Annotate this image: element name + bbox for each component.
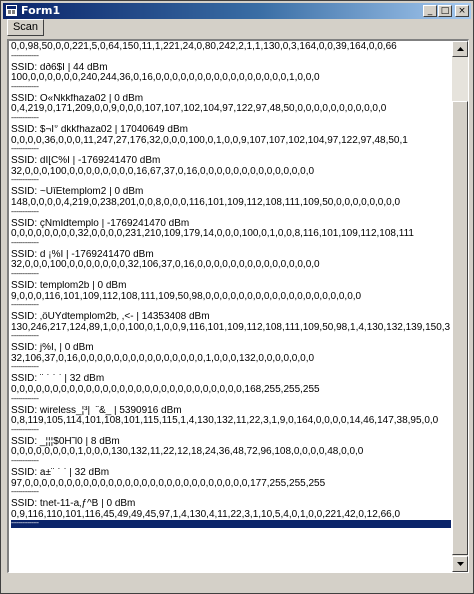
separator-line[interactable]: --------------- <box>11 209 451 217</box>
data-line[interactable]: 0,4,219,0,171,209,0,0,9,0,0,0,107,107,10… <box>11 104 451 115</box>
scroll-up-button[interactable] <box>452 41 468 57</box>
ssid-line[interactable]: SSID: j%Ì, | 0 dBm <box>11 343 451 354</box>
data-line[interactable]: 0,0,0,0,36,0,0,0,11,247,27,176,32,0,0,0,… <box>11 136 451 147</box>
scroll-thumb[interactable] <box>452 101 468 555</box>
separator-line[interactable]: --------------- <box>11 489 451 497</box>
separator-line[interactable]: --------------- <box>11 115 451 123</box>
ssid-line[interactable]: SSID: templom2b | 0 dBm <box>11 281 451 292</box>
app-window: Form1 _ □ × Scan 0,0,98,50,0,0,221,5,0,6… <box>0 0 474 594</box>
maximize-button[interactable]: □ <box>438 5 452 17</box>
data-line[interactable]: 0,0,0,0,0,0,0,0,32,0,0,0,0,231,210,109,1… <box>11 229 451 240</box>
data-line[interactable]: 0,0,0,0,0,0,0,0,0,0,0,0,0,0,0,0,0,0,0,0,… <box>11 385 451 396</box>
ssid-line[interactable]: SSID: ¨ ` ` ` | 32 dBm <box>11 374 451 385</box>
ssid-line[interactable]: SSID: _¦¦¦$0H˜l0 | 8 dBm <box>11 437 451 448</box>
separator-line[interactable]: --------------- <box>11 302 451 310</box>
ssid-line[interactable]: SSID: çÑmÌdtemplo | -1769241470 dBm <box>11 219 451 230</box>
app-icon <box>6 5 17 16</box>
title-bar[interactable]: Form1 _ □ × <box>3 3 471 19</box>
separator-line[interactable]: --------------- <box>11 84 451 92</box>
window-title: Form1 <box>21 4 61 17</box>
ssid-line[interactable]: SSID: $¬Ì° dkkfhaza02 | 17040649 dBm <box>11 125 451 136</box>
arrow-up-icon <box>457 47 464 51</box>
data-line[interactable]: 0,9,116,110,101,116,45,49,49,45,97,1,4,1… <box>11 510 451 521</box>
close-button[interactable]: × <box>455 5 469 17</box>
separator-line[interactable]: --------------- <box>11 333 451 341</box>
ssid-line[interactable]: SSID: ~ÛîÊtemplom2 | 0 dBm <box>11 187 451 198</box>
scroll-down-button[interactable] <box>452 556 468 572</box>
data-line[interactable]: 32,106,37,0,16,0,0,0,0,0,0,0,0,0,0,0,0,0… <box>11 354 451 365</box>
data-line[interactable]: 0,8,119,105,114,101,108,101,115,115,1,4,… <box>11 416 451 427</box>
ssid-line[interactable]: SSID: dÌ[C%Ì | -1769241470 dBm <box>11 156 451 167</box>
ssid-line[interactable]: SSID: tnet-11-a‚ƒ^B | 0 dBm <box>11 499 451 510</box>
data-line[interactable]: 97,0,0,0,0,0,0,0,0,0,0,0,0,0,0,0,0,0,0,0… <box>11 479 451 490</box>
data-line[interactable]: 32,0,0,0,100,0,0,0,0,0,0,0,0,16,67,37,0,… <box>11 167 451 178</box>
separator-line[interactable]: --------------- <box>11 271 451 279</box>
separator-line[interactable]: --------------- <box>11 146 451 154</box>
separator-line[interactable]: --------------- <box>11 240 451 248</box>
separator-line[interactable]: --------------- <box>11 396 451 404</box>
separator-line[interactable]: --------------- <box>11 53 451 61</box>
ssid-line[interactable]: SSID: a±¨ ` ` | 32 dBm <box>11 468 451 479</box>
arrow-down-icon <box>457 562 464 566</box>
separator-line[interactable]: --------------- <box>11 364 451 372</box>
ssid-line[interactable]: SSID: dð6$Ì | 44 dBm <box>11 63 451 74</box>
data-line[interactable]: 0,0,98,50,0,0,221,5,0,64,150,11,1,221,24… <box>11 42 451 53</box>
data-line[interactable]: 148,0,0,0,0,4,219,0,238,201,0,0,8,0,0,0,… <box>11 198 451 209</box>
separator-line[interactable]: --------------- <box>11 177 451 185</box>
data-line[interactable]: 100,0,0,0,0,0,0,240,244,36,0,16,0,0,0,0,… <box>11 73 451 84</box>
ssid-line[interactable]: SSID: d ¡%Ì | -1769241470 dBm <box>11 250 451 261</box>
selected-line[interactable]: --------------- <box>11 520 451 529</box>
ssid-line[interactable]: SSID: wireless_¦³|¯ˆ&_ | 5390916 dBm <box>11 406 451 417</box>
separator-line[interactable]: --------------- <box>11 427 451 435</box>
vertical-scrollbar[interactable] <box>452 41 468 572</box>
scan-button[interactable]: Scan <box>7 19 44 36</box>
minimize-button[interactable]: _ <box>423 5 437 17</box>
data-line[interactable]: 130,246,217,124,89,1,0,0,100,0,1,0,0,9,1… <box>11 323 451 334</box>
separator-line[interactable]: --------------- <box>11 458 451 466</box>
toolbar: Scan <box>3 19 471 37</box>
ssid-line[interactable]: SSID: ‚öÛÝdtemplom2b‚ ,<- | 14353408 dBm <box>11 312 451 323</box>
data-line[interactable]: 9,0,0,0,116,101,109,112,108,111,109,50,9… <box>11 292 451 303</box>
ssid-line[interactable]: SSID: Ô«Ñkkfhaza02 | 0 dBm <box>11 94 451 105</box>
results-listbox[interactable]: 0,0,98,50,0,0,221,5,0,64,150,11,1,221,24… <box>7 39 469 573</box>
results-list: 0,0,98,50,0,0,221,5,0,64,150,11,1,221,24… <box>11 42 451 529</box>
data-line[interactable]: 0,0,0,0,0,0,0,0,1,0,0,0,130,132,11,22,12… <box>11 447 451 458</box>
data-line[interactable]: 32,0,0,0,100,0,0,0,0,0,0,0,32,106,37,0,1… <box>11 260 451 271</box>
